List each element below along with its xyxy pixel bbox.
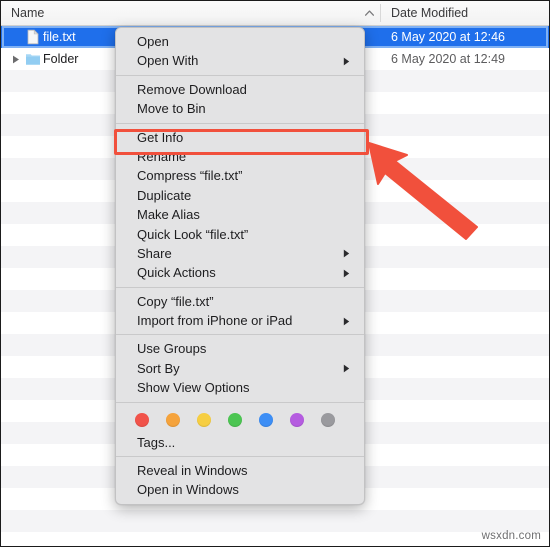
menu-separator xyxy=(116,286,364,288)
chevron-right-icon xyxy=(343,249,350,258)
chevron-right-icon xyxy=(343,57,350,66)
disclosure-triangle-icon[interactable] xyxy=(12,55,20,64)
menu-item-share[interactable]: Share xyxy=(116,244,364,263)
menu-item-show-view-options[interactable]: Show View Options xyxy=(116,378,364,397)
menu-separator xyxy=(116,401,364,403)
folder-icon xyxy=(25,51,41,67)
tag-color-orange[interactable] xyxy=(166,412,180,427)
tag-color-blue[interactable] xyxy=(259,412,273,427)
chevron-right-icon xyxy=(343,269,350,278)
menu-item-make-alias[interactable]: Make Alias xyxy=(116,205,364,224)
menu-item-use-groups[interactable]: Use Groups xyxy=(116,339,364,358)
menu-item-open-with[interactable]: Open With xyxy=(116,51,364,70)
tag-color-green[interactable] xyxy=(228,412,242,427)
menu-item-reveal-in-windows[interactable]: Reveal in Windows xyxy=(116,461,364,480)
menu-item-open-in-windows[interactable]: Open in Windows xyxy=(116,480,364,499)
chevron-up-icon[interactable] xyxy=(365,10,374,16)
column-header-name[interactable]: Name xyxy=(11,1,44,25)
menu-separator xyxy=(116,456,364,458)
tag-color-red[interactable] xyxy=(135,412,149,427)
empty-row xyxy=(1,532,549,546)
menu-item-import-from-iphone-or-ipad[interactable]: Import from iPhone or iPad xyxy=(116,311,364,330)
menu-item-label: Share xyxy=(137,245,172,261)
file-date-modified: 6 May 2020 at 12:49 xyxy=(391,52,505,66)
menu-item-move-to-bin[interactable]: Move to Bin xyxy=(116,99,364,118)
column-header-bar: Name Date Modified xyxy=(1,1,549,26)
menu-separator xyxy=(116,334,364,336)
watermark: wsxdn.com xyxy=(481,530,541,542)
tag-color-gray[interactable] xyxy=(321,412,335,427)
tag-color-swatches[interactable] xyxy=(116,407,364,433)
menu-separator xyxy=(116,122,364,124)
menu-item-quick-look[interactable]: Quick Look “file.txt” xyxy=(116,225,364,244)
menu-item-compress[interactable]: Compress “file.txt” xyxy=(116,166,364,185)
menu-item-open[interactable]: Open xyxy=(116,32,364,51)
context-menu[interactable]: Open Open With Remove Download Move to B… xyxy=(115,27,365,505)
file-name: Folder xyxy=(43,52,79,66)
menu-item-label: Quick Actions xyxy=(137,265,216,281)
menu-item-sort-by[interactable]: Sort By xyxy=(116,359,364,378)
menu-item-remove-download[interactable]: Remove Download xyxy=(116,80,364,99)
document-icon xyxy=(25,29,41,45)
menu-item-get-info[interactable]: Get Info xyxy=(116,128,364,147)
menu-item-rename[interactable]: Rename xyxy=(116,147,364,166)
column-header-date-modified[interactable]: Date Modified xyxy=(391,1,468,25)
menu-separator xyxy=(116,74,364,76)
finder-window: Name Date Modified file.txt 6 May 2020 a… xyxy=(1,1,549,546)
tag-color-purple[interactable] xyxy=(290,412,304,427)
column-divider xyxy=(380,4,381,22)
menu-item-duplicate[interactable]: Duplicate xyxy=(116,186,364,205)
menu-item-copy[interactable]: Copy “file.txt” xyxy=(116,292,364,311)
file-name: file.txt xyxy=(43,30,76,44)
chevron-right-icon xyxy=(343,364,350,373)
menu-item-label: Sort By xyxy=(137,360,180,376)
menu-item-tags[interactable]: Tags... xyxy=(116,433,364,452)
tag-color-yellow[interactable] xyxy=(197,412,211,427)
menu-item-label: Open With xyxy=(137,53,199,69)
file-date-modified: 6 May 2020 at 12:46 xyxy=(391,30,505,44)
menu-item-quick-actions[interactable]: Quick Actions xyxy=(116,263,364,282)
menu-item-label: Import from iPhone or iPad xyxy=(137,313,293,329)
screenshot-root: Name Date Modified file.txt 6 May 2020 a… xyxy=(0,0,550,547)
empty-row xyxy=(1,510,549,532)
chevron-right-icon xyxy=(343,317,350,326)
